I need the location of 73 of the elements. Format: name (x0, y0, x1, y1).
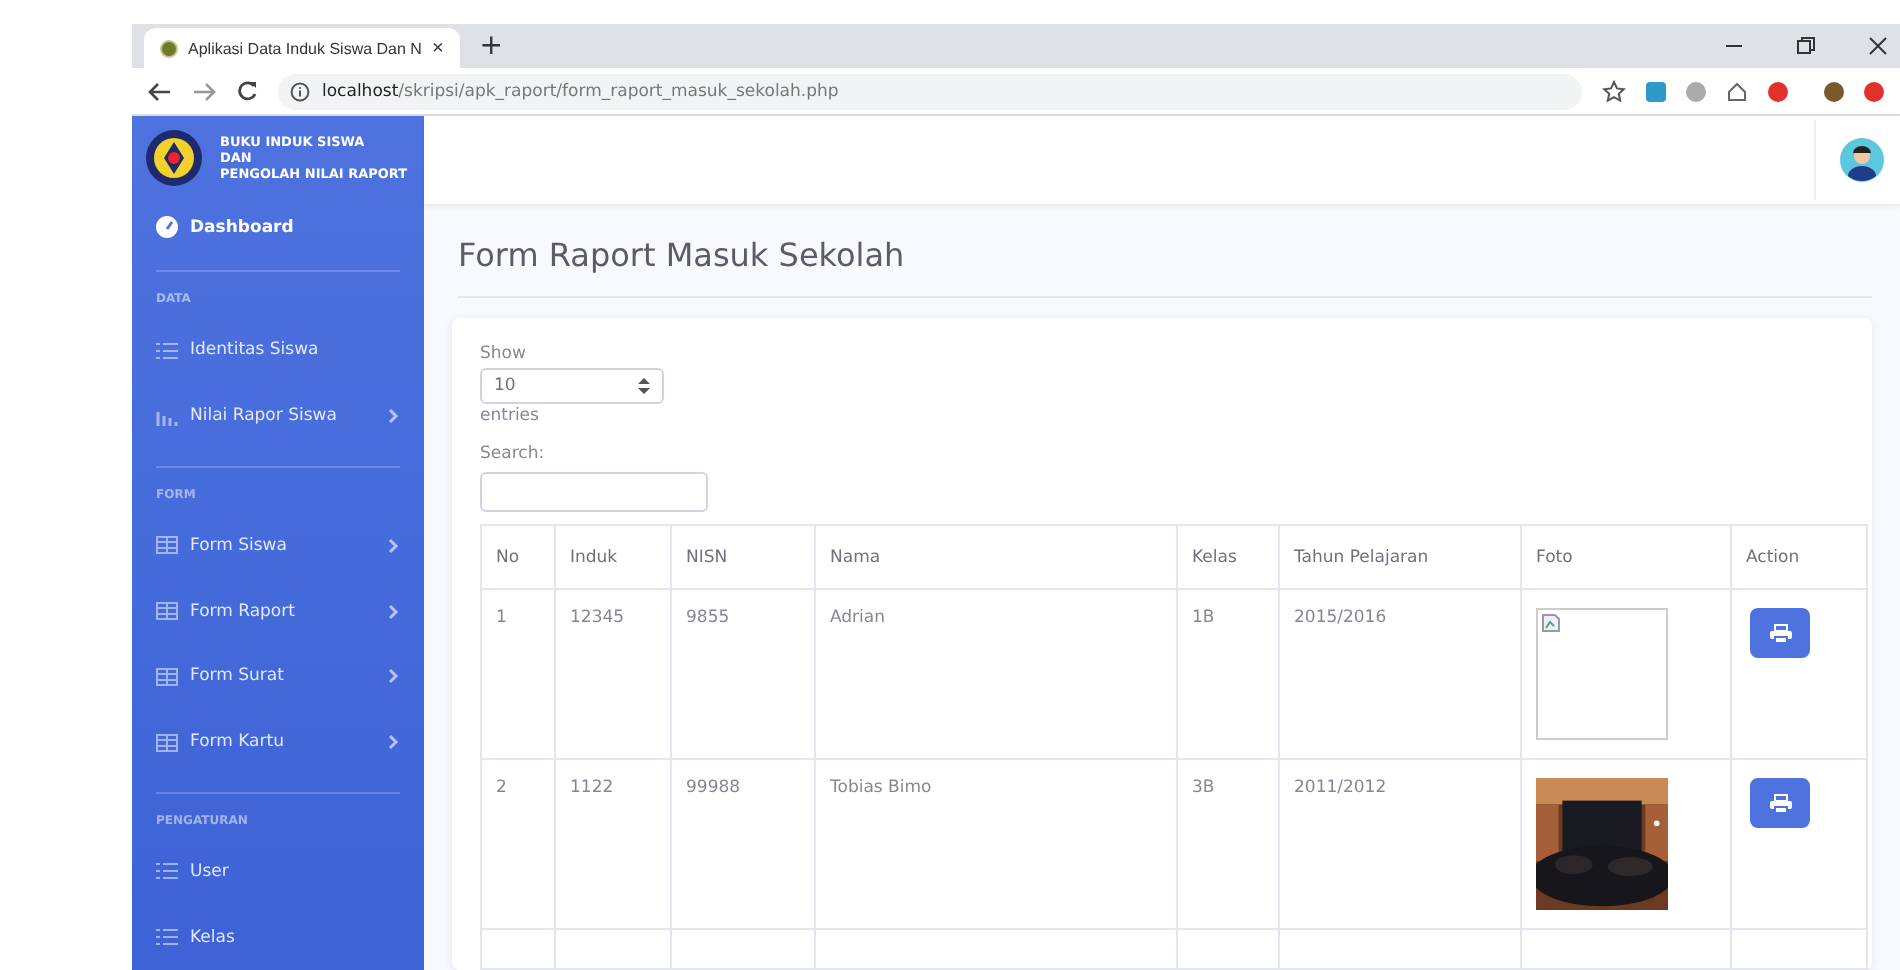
table-cell: 1 (481, 589, 555, 759)
search-label: Search: (480, 442, 547, 468)
back-icon[interactable] (148, 81, 172, 101)
avatar-icon[interactable] (1840, 138, 1884, 182)
chevron-icon (388, 537, 400, 554)
table-cell: 1B (1177, 589, 1279, 759)
table-cell: 99988 (671, 759, 815, 929)
table-icon (156, 667, 178, 686)
logo-icon (144, 128, 204, 189)
star-icon[interactable] (1602, 79, 1626, 103)
entries-select[interactable]: 10 (480, 368, 664, 404)
print-icon (1769, 793, 1791, 813)
search-field[interactable] (480, 472, 708, 512)
column-header[interactable]: Nama (815, 525, 1177, 589)
page-title: Form Raport Masuk Sekolah (458, 236, 1872, 298)
extension-icon[interactable] (1768, 81, 1788, 101)
sidebar-item[interactable]: User (156, 839, 400, 905)
sidebar-item[interactable]: Identitas Siswa (156, 318, 400, 384)
table-cell: 9855 (671, 589, 815, 759)
column-header[interactable]: Tahun Pelajaran (1279, 525, 1521, 589)
column-header[interactable]: NISN (671, 525, 815, 589)
new-tab-button[interactable]: + (479, 30, 504, 62)
column-header[interactable]: Foto (1521, 525, 1731, 589)
chevron-icon (388, 408, 400, 425)
reload-icon[interactable] (236, 80, 258, 102)
table-cell: 12345 (555, 589, 671, 759)
gauge-icon (156, 216, 178, 239)
chevron-icon (388, 734, 400, 751)
list-icon (156, 928, 178, 947)
entries-label: entries (480, 404, 541, 430)
info-icon (290, 81, 310, 101)
column-header[interactable]: Action (1731, 525, 1867, 589)
browser-tab[interactable]: Aplikasi Data Induk Siswa Dan N × (144, 28, 460, 68)
list-icon (156, 341, 178, 360)
table-icon (156, 733, 178, 752)
table-cell: 3B (1177, 759, 1279, 929)
profile-icon[interactable] (1824, 81, 1844, 101)
table-cell: 2015/2016 (1279, 589, 1521, 759)
list-icon (156, 862, 178, 881)
sidebar-item[interactable]: Form Siswa (156, 513, 400, 579)
sidebar-item[interactable]: Nilai Rapor Siswa (156, 383, 400, 450)
column-header[interactable]: No (481, 525, 555, 589)
table-icon (156, 602, 178, 621)
bar-chart-icon (156, 407, 178, 426)
print-button[interactable] (1750, 608, 1810, 658)
chevron-icon (388, 668, 400, 685)
tab-close-button[interactable]: × (431, 37, 444, 59)
address-field[interactable]: localhost/skripsi/apk_raport/form_raport_masuk_sekolah.php (278, 73, 1582, 109)
sidebar-item[interactable]: Dashboard (156, 200, 400, 255)
column-header[interactable]: Induk (555, 525, 671, 589)
broken-image-icon (1536, 608, 1668, 740)
sidebar-item[interactable]: Form Kartu (156, 709, 400, 776)
table-cell: Tobias Bimo (815, 759, 1177, 929)
column-header[interactable]: Kelas (1177, 525, 1279, 589)
sidebar-item[interactable]: Form Surat (156, 644, 400, 710)
sidebar-item[interactable]: Form Raport (156, 578, 400, 645)
sidebar-item[interactable]: Kelas (156, 904, 400, 970)
table-cell: 2 (481, 759, 555, 929)
chevron-icon (388, 603, 400, 620)
favicon-icon (160, 39, 178, 57)
print-button[interactable] (1750, 778, 1810, 828)
table-cell: 1122 (555, 759, 671, 929)
show-label: Show (480, 342, 528, 368)
restore-icon[interactable] (1796, 36, 1816, 56)
extension-icon[interactable] (1864, 81, 1884, 101)
home-icon[interactable] (1726, 80, 1748, 102)
close-icon[interactable] (1868, 36, 1888, 56)
forward-icon[interactable] (192, 81, 216, 101)
table-cell: Adrian (815, 589, 1177, 759)
sort-icon (638, 378, 650, 394)
table-cell: 2011/2012 (1279, 759, 1521, 929)
print-icon (1769, 623, 1791, 643)
table-icon (156, 536, 178, 555)
